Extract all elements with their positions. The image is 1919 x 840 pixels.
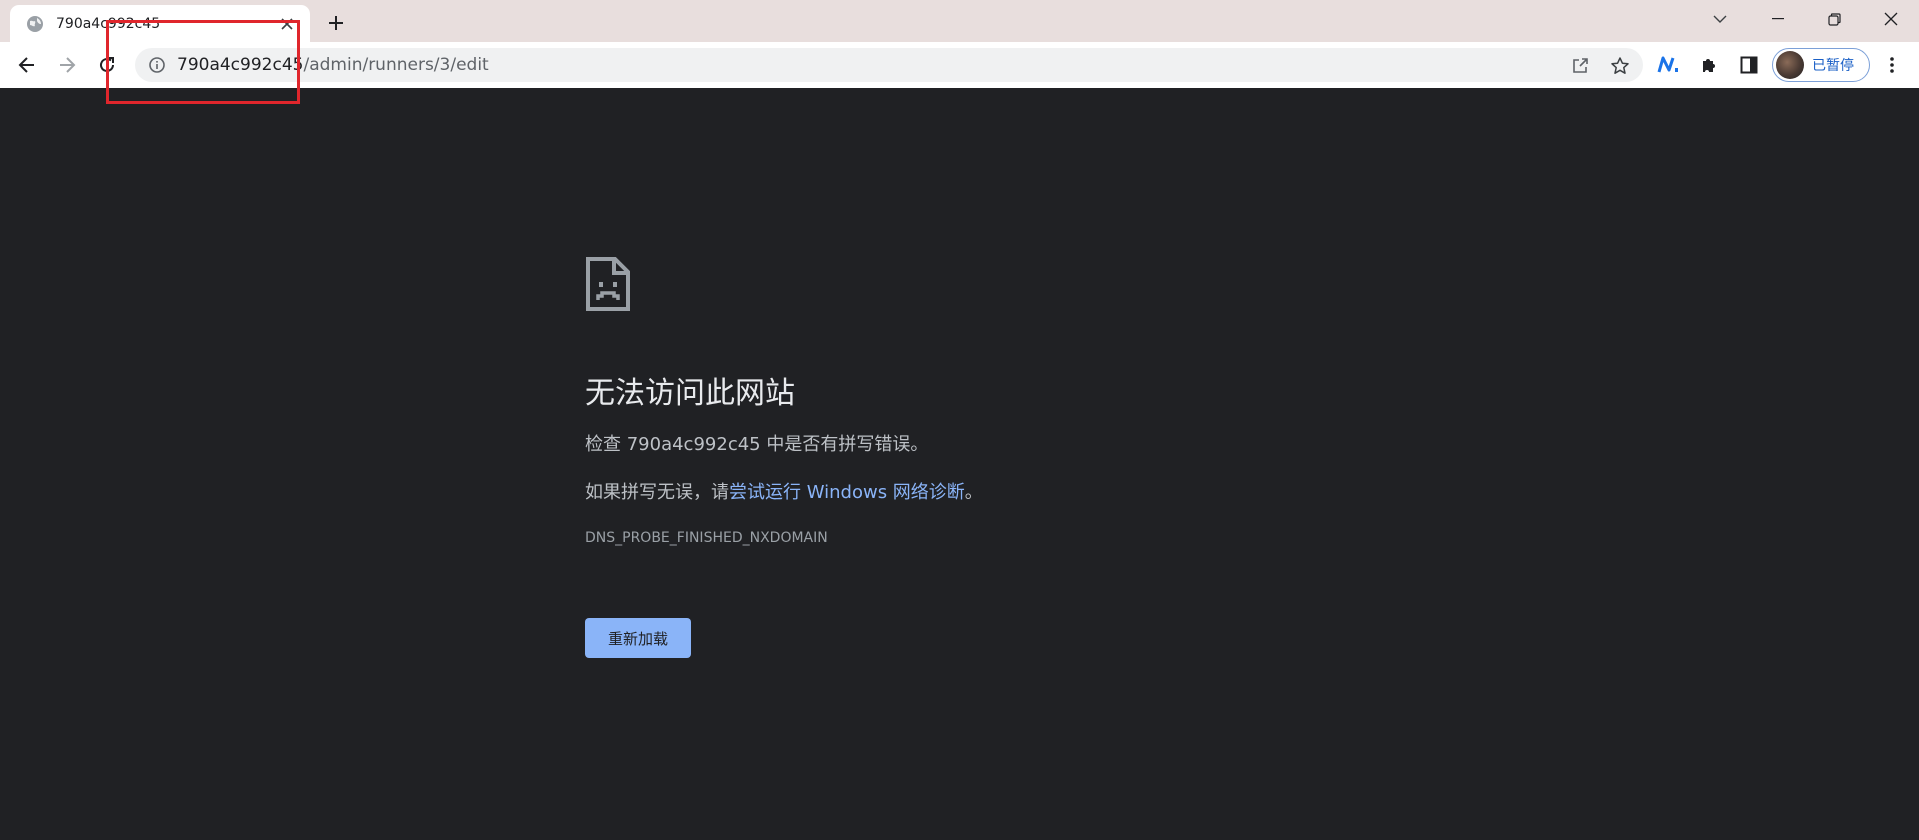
error-suggestion: 如果拼写无误，请尝试运行 Windows 网络诊断。 (585, 478, 983, 504)
chevron-down-icon (1713, 15, 1727, 23)
menu-button[interactable] (1876, 49, 1908, 81)
address-bar[interactable]: 790a4c992c45/admin/runners/3/edit (135, 48, 1643, 82)
active-tab[interactable]: 790a4c992c45 (10, 5, 310, 42)
tab-title: 790a4c992c45 (56, 15, 161, 32)
globe-icon (26, 15, 44, 33)
puzzle-icon (1703, 59, 1715, 72)
side-panel-icon (1740, 56, 1758, 74)
extensions-button[interactable] (1693, 49, 1725, 81)
plus-icon (329, 16, 343, 30)
sad-document-icon (586, 257, 630, 311)
error-title: 无法访问此网站 (585, 376, 795, 411)
avatar (1776, 51, 1804, 79)
extension-n-button[interactable] (1653, 49, 1685, 81)
info-icon[interactable] (147, 55, 167, 75)
restore-button[interactable] (1806, 0, 1862, 38)
close-icon[interactable] (276, 13, 298, 35)
extension-n-icon (1657, 56, 1678, 73)
forward-button[interactable] (51, 49, 83, 81)
reload-page-button[interactable]: 重新加载 (585, 618, 691, 658)
minimize-icon (1772, 18, 1784, 20)
forward-arrow-icon (60, 57, 76, 73)
error-code: DNS_PROBE_FINISHED_NXDOMAIN (585, 530, 828, 546)
suggestion-prefix: 如果拼写无误，请 (585, 482, 729, 503)
back-arrow-icon (18, 57, 34, 73)
close-icon (1884, 12, 1898, 26)
side-panel-button[interactable] (1733, 49, 1765, 81)
back-button[interactable] (11, 49, 43, 81)
network-diagnostics-link[interactable]: 尝试运行 Windows 网络诊断 (729, 482, 965, 503)
url-host: 790a4c992c45 (177, 55, 304, 75)
more-vertical-icon (1890, 57, 1894, 73)
star-icon[interactable] (1609, 55, 1631, 77)
restore-icon (1827, 12, 1841, 26)
share-icon[interactable] (1569, 55, 1591, 77)
reload-button[interactable] (91, 49, 123, 81)
url-path: /admin/runners/3/edit (303, 55, 489, 75)
suggestion-suffix: 。 (964, 482, 983, 503)
close-window-button[interactable] (1863, 0, 1919, 38)
profile-status-label: 已暂停 (1812, 58, 1854, 74)
url-text[interactable]: 790a4c992c45/admin/runners/3/edit (177, 55, 489, 75)
new-tab-button[interactable] (322, 9, 350, 37)
profile-button[interactable]: 已暂停 (1772, 48, 1870, 82)
error-check-text: 检查 790a4c992c45 中是否有拼写错误。 (585, 434, 929, 455)
tab-search-button[interactable] (1692, 0, 1748, 38)
minimize-button[interactable] (1750, 0, 1806, 38)
reload-icon (100, 57, 114, 72)
tab-strip: 790a4c992c45 (0, 0, 1919, 42)
toolbar: 790a4c992c45/admin/runners/3/edit 已暂停 (0, 42, 1919, 88)
